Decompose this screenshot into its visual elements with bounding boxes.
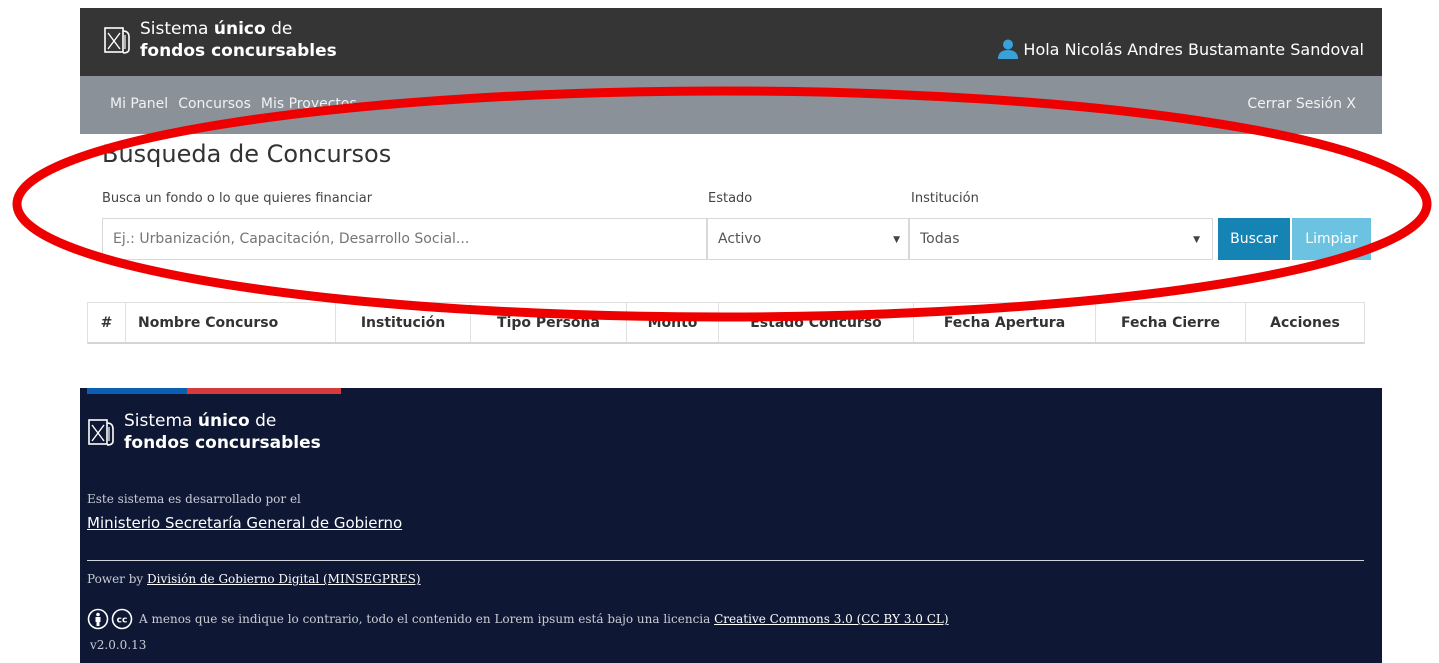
- chevron-down-icon: ▼: [1193, 235, 1200, 245]
- estado-select[interactable]: Activo ▼: [707, 218, 909, 260]
- license-link[interactable]: Creative Commons 3.0 (CC BY 3.0 CL): [714, 612, 948, 626]
- footer-power-by: Power by División de Gobierno Digital (M…: [87, 572, 421, 586]
- license-text: A menos que se indique lo contrario, tod…: [139, 612, 711, 626]
- brand-text-post: de: [265, 19, 293, 39]
- column-header-fecha-cierre[interactable]: Fecha Cierre: [1096, 303, 1246, 342]
- main-nav: Mi Panel Concursos Mis Proyectos Cerrar …: [80, 76, 1382, 134]
- footer-brand-post: de: [249, 411, 277, 431]
- nav-mi-panel[interactable]: Mi Panel: [110, 96, 168, 112]
- logo-icon: [88, 419, 114, 446]
- institucion-select[interactable]: Todas ▼: [909, 218, 1213, 260]
- brand-text-line2: fondos concursables: [140, 41, 337, 61]
- power-by-link[interactable]: División de Gobierno Digital (MINSEGPRES…: [147, 572, 421, 586]
- user-icon: [998, 39, 1019, 59]
- user-greeting: Hola Nicolás Andres Bustamante Sandoval: [1023, 39, 1364, 59]
- footer-license: cc A menos que se indique lo contrario, …: [87, 608, 949, 630]
- footer-brand-pre: Sistema: [124, 411, 198, 431]
- column-header-number[interactable]: #: [88, 303, 126, 342]
- footer-developed-by: Este sistema es desarrollado por el: [87, 492, 301, 506]
- column-header-institucion[interactable]: Institución: [336, 303, 471, 342]
- limpiar-button[interactable]: Limpiar: [1292, 218, 1371, 260]
- institucion-selected: Todas: [920, 231, 960, 247]
- institucion-label: Institución: [911, 191, 979, 206]
- column-header-nombre[interactable]: Nombre Concurso: [126, 303, 336, 342]
- user-menu[interactable]: Hola Nicolás Andres Bustamante Sandoval: [997, 39, 1364, 59]
- power-by-text: Power by: [87, 572, 148, 586]
- results-table-header: # Nombre Concurso Institución Tipo Perso…: [87, 302, 1365, 344]
- buscar-button[interactable]: Buscar: [1218, 218, 1290, 260]
- estado-selected: Activo: [718, 231, 762, 247]
- footer-brand-bold: único: [197, 411, 250, 431]
- page-footer: Sistema único de fondos concursables Est…: [80, 388, 1382, 663]
- nav-concursos[interactable]: Concursos: [178, 96, 251, 112]
- search-input[interactable]: [102, 218, 707, 260]
- svg-text:cc: cc: [117, 616, 128, 626]
- logo-icon: [104, 27, 130, 54]
- search-label: Busca un fondo o lo que quieres financia…: [102, 191, 373, 206]
- brand-text-bold: único: [213, 19, 266, 39]
- logout-link[interactable]: Cerrar Sesión X: [1247, 96, 1356, 112]
- column-header-estado[interactable]: Estado Concurso: [719, 303, 914, 342]
- footer-brand-line2: fondos concursables: [124, 433, 321, 453]
- page-title: Búsqueda de Concursos: [102, 140, 392, 168]
- column-header-tipo-persona[interactable]: Tipo Persona: [471, 303, 627, 342]
- column-header-fecha-apertura[interactable]: Fecha Apertura: [914, 303, 1096, 342]
- brand-logo[interactable]: Sistema único de fondos concursables: [104, 18, 337, 62]
- footer-divider: [87, 560, 1364, 561]
- nav-mis-proyectos[interactable]: Mis Proyectos: [261, 96, 357, 112]
- estado-label: Estado: [708, 191, 753, 206]
- footer-ministry-link[interactable]: Ministerio Secretaría General de Gobiern…: [87, 514, 402, 532]
- cc-icon: cc: [111, 608, 133, 630]
- column-header-monto[interactable]: Monto: [627, 303, 719, 342]
- brand-text-pre: Sistema: [140, 19, 214, 39]
- cc-attribution-icon: [87, 608, 109, 630]
- top-header: Sistema único de fondos concursables Hol…: [80, 8, 1382, 76]
- chevron-down-icon: ▼: [893, 235, 900, 245]
- footer-flag-bar: [87, 388, 341, 394]
- column-header-acciones[interactable]: Acciones: [1246, 303, 1364, 342]
- footer-version: v2.0.0.13: [90, 638, 147, 652]
- footer-brand-logo: Sistema único de fondos concursables: [88, 410, 321, 454]
